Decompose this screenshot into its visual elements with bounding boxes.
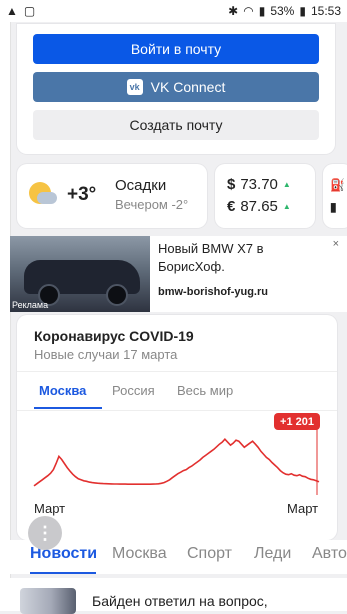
latest-cases-badge: +1 201 xyxy=(274,413,320,430)
create-mail-button[interactable]: Создать почту xyxy=(33,110,319,140)
news-tabs: Новости Москва Спорт Леди Авто xyxy=(10,540,347,574)
weather-condition: Осадки xyxy=(115,177,167,194)
battery-icon: ▮ xyxy=(299,4,306,18)
currency-rates-card[interactable]: $ 73.70 ▲ € 87.65 ▲ xyxy=(215,164,315,228)
status-time: 15:53 xyxy=(310,4,341,18)
eur-value: 87.65 xyxy=(240,198,278,215)
ad-title: Новый BMW X7 в БорисХоф. xyxy=(158,241,264,274)
covid-card[interactable]: Коронавирус COVID-19 Новые случаи 17 мар… xyxy=(17,315,337,540)
wifi-icon: ◠ xyxy=(243,4,254,18)
news-list-item[interactable]: Байден ответил на вопрос, xyxy=(10,578,347,614)
weather-temperature: +3° xyxy=(67,184,97,205)
signal-icon: ▮ xyxy=(258,4,266,18)
eur-rate: € 87.65 ▲ xyxy=(227,198,291,215)
status-bar: ▲ ▢ ✱ ◠ ▮ 53% ▮ 15:53 xyxy=(0,0,347,22)
dollar-icon: $ xyxy=(227,176,236,193)
usd-rate: $ 73.70 ▲ xyxy=(227,176,291,193)
vk-connect-button[interactable]: vk VK Connect xyxy=(33,72,319,102)
status-right-icons: ✱ ◠ ▮ 53% ▮ 15:53 xyxy=(228,4,347,18)
more-options-button[interactable]: ⋮ xyxy=(28,516,62,550)
login-mail-label: Войти в почту xyxy=(130,41,222,57)
fuel-icon: ▮ xyxy=(330,200,337,214)
status-left-icons: ▲ ▢ xyxy=(0,4,35,18)
active-news-tab-underline xyxy=(30,572,96,574)
tab-ladies[interactable]: Леди xyxy=(254,545,291,563)
extra-widget-card[interactable]: ⛽ ▮ xyxy=(323,164,347,228)
tab-russia[interactable]: Россия xyxy=(112,383,155,398)
mail-card: Войти в почту vk VK Connect Создать почт… xyxy=(17,24,335,154)
login-mail-button[interactable]: Войти в почту xyxy=(33,34,319,64)
vk-icon: vk xyxy=(126,79,143,95)
cloud-rain-icon xyxy=(37,192,57,204)
tab-auto[interactable]: Авто xyxy=(312,545,347,563)
ad-banner[interactable]: Реклама Новый BMW X7 в БорисХоф. bmw-bor… xyxy=(10,236,347,312)
bluetooth-icon: ✱ xyxy=(228,4,239,18)
tab-moscow[interactable]: Москва xyxy=(39,383,86,398)
ad-domain: bmw-borishof-yug.ru xyxy=(158,286,268,298)
vk-connect-label: VK Connect xyxy=(150,79,226,95)
x-axis-start-label: Март xyxy=(34,501,66,516)
create-mail-label: Создать почту xyxy=(129,117,223,133)
ad-image: Реклама xyxy=(10,236,150,312)
usd-value: 73.70 xyxy=(240,176,278,193)
active-tab-underline xyxy=(34,407,102,409)
up-arrow-icon: ▲ xyxy=(282,202,291,211)
warning-icon: ▲ xyxy=(6,4,18,18)
news-thumbnail xyxy=(20,588,76,614)
cases-series-line xyxy=(33,438,320,487)
tab-moscow-news[interactable]: Москва xyxy=(112,545,167,563)
weather-evening: Вечером -2° xyxy=(115,197,189,212)
x-axis-end-label: Март xyxy=(287,501,319,516)
close-icon[interactable]: × xyxy=(333,238,339,250)
car-wheel xyxy=(106,284,128,306)
euro-icon: € xyxy=(227,198,236,215)
covid-subtitle: Новые случаи 17 марта xyxy=(34,347,178,362)
screenshot-notification-icon: ▢ xyxy=(23,4,36,18)
news-headline: Байден ответил на вопрос, xyxy=(92,593,268,609)
up-arrow-icon: ▲ xyxy=(282,180,291,189)
covid-region-tabs: Москва Россия Весь мир xyxy=(17,371,337,411)
oil-rig-icon: ⛽ xyxy=(330,178,345,192)
tab-sport[interactable]: Спорт xyxy=(187,545,232,563)
covid-title: Коронавирус COVID-19 xyxy=(34,328,194,344)
battery-percent: 53% xyxy=(270,4,295,18)
tab-world[interactable]: Весь мир xyxy=(177,383,233,398)
weather-card[interactable]: +3° Осадки Вечером -2° xyxy=(17,164,207,228)
ad-label: Реклама xyxy=(12,300,49,310)
